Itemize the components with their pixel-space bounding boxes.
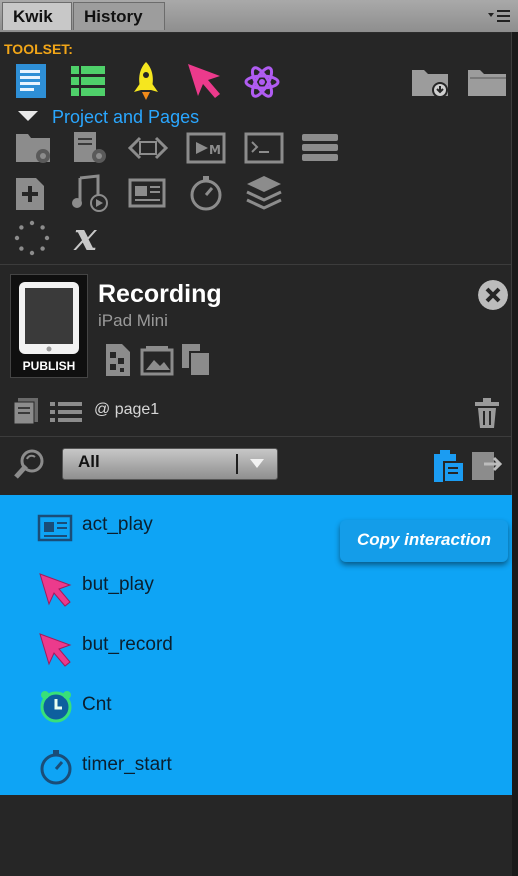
action-icon bbox=[37, 514, 73, 542]
svg-text:x: x bbox=[73, 216, 98, 256]
tab-kwik[interactable]: Kwik bbox=[2, 2, 72, 30]
project-pages-header[interactable]: Project and Pages bbox=[52, 107, 199, 128]
dotted-circle-icon[interactable] bbox=[14, 220, 50, 256]
list-item[interactable]: Cnt bbox=[82, 694, 112, 716]
add-page-icon[interactable] bbox=[14, 176, 48, 212]
qr-code-icon[interactable] bbox=[104, 342, 132, 378]
image-text-icon[interactable] bbox=[128, 178, 168, 210]
copy-pages-icon[interactable] bbox=[180, 342, 214, 378]
project-title: Recording bbox=[98, 280, 222, 308]
atom-icon[interactable] bbox=[242, 62, 282, 102]
copy-interaction-label: Copy interaction bbox=[356, 530, 492, 549]
select-divider bbox=[236, 454, 238, 474]
stopwatch-icon[interactable] bbox=[188, 174, 224, 212]
panel-scrollbar[interactable] bbox=[511, 32, 518, 876]
list-item[interactable]: but_record bbox=[82, 634, 173, 656]
close-icon[interactable] bbox=[478, 280, 508, 310]
section-divider bbox=[0, 436, 512, 437]
folder-download-icon[interactable] bbox=[410, 64, 454, 100]
filter-selected-value: All bbox=[78, 452, 100, 471]
panel-tab-bar: Kwik History bbox=[0, 0, 518, 33]
list-item[interactable]: but_play bbox=[82, 574, 154, 596]
collapse-triangle-icon[interactable] bbox=[18, 111, 38, 121]
empty-area bbox=[0, 795, 512, 876]
page-settings-icon[interactable] bbox=[70, 130, 110, 166]
layers-icon[interactable] bbox=[244, 174, 284, 212]
terminal-icon[interactable] bbox=[244, 132, 284, 164]
panel-menu-icon[interactable] bbox=[486, 6, 512, 26]
pointer-icon bbox=[39, 633, 72, 667]
list-view-icon[interactable] bbox=[48, 400, 84, 424]
export-interaction-icon[interactable] bbox=[470, 446, 506, 484]
current-page-label: @ page1 bbox=[94, 401, 160, 418]
trash-icon[interactable] bbox=[472, 396, 502, 430]
variable-x-icon[interactable]: x bbox=[70, 216, 110, 256]
pointer-icon bbox=[39, 573, 72, 607]
film-frame-icon[interactable]: M bbox=[186, 132, 226, 164]
chevron-down-icon[interactable] bbox=[248, 456, 266, 470]
grid-list-icon[interactable] bbox=[68, 62, 108, 102]
paste-interaction-icon[interactable] bbox=[432, 446, 466, 484]
search-icon[interactable] bbox=[12, 448, 46, 482]
stopwatch-blue-icon bbox=[40, 750, 72, 785]
folder-icon[interactable] bbox=[466, 64, 510, 100]
list-item[interactable]: act_play bbox=[82, 514, 153, 536]
svg-text:M: M bbox=[209, 143, 221, 157]
images-icon[interactable] bbox=[140, 344, 174, 376]
section-divider bbox=[0, 264, 512, 265]
rocket-icon[interactable] bbox=[126, 60, 166, 102]
publish-label: PUBLISH bbox=[22, 359, 76, 373]
device-name: iPad Mini bbox=[98, 311, 168, 330]
toolset-label: TOOLSET: bbox=[4, 41, 73, 57]
tab-history[interactable]: History bbox=[73, 2, 165, 30]
list-item[interactable]: timer_start bbox=[82, 754, 172, 776]
pages-icon[interactable] bbox=[12, 396, 42, 426]
ipad-device-icon bbox=[19, 282, 79, 354]
pointer-icon[interactable] bbox=[184, 60, 226, 102]
folder-settings-icon[interactable] bbox=[14, 130, 54, 166]
timer-green-icon bbox=[40, 691, 72, 723]
code-arrows-icon[interactable] bbox=[126, 130, 170, 166]
music-note-icon[interactable] bbox=[70, 174, 110, 214]
server-stack-icon[interactable] bbox=[300, 132, 340, 164]
document-icon[interactable] bbox=[12, 62, 52, 102]
